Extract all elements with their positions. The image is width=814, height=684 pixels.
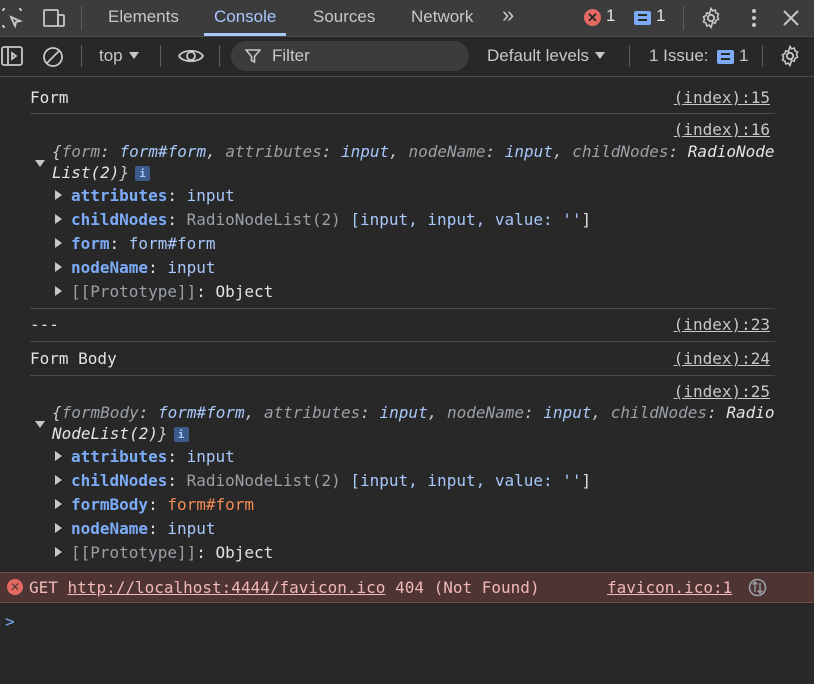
- context-label: top: [99, 46, 123, 65]
- log-levels-label: Default levels: [487, 46, 590, 65]
- close-icon[interactable]: [779, 6, 803, 30]
- console-settings-gear-icon[interactable]: [778, 44, 802, 68]
- info-icon[interactable]: i: [135, 166, 151, 181]
- error-url-link[interactable]: http://localhost:4444/favicon.ico: [68, 578, 386, 597]
- settings-gear-icon[interactable]: [699, 6, 723, 30]
- info-icon[interactable]: i: [173, 427, 189, 442]
- filter-placeholder: Filter: [272, 46, 310, 65]
- issues-count[interactable]: 1: [739, 46, 748, 66]
- divider: [30, 341, 775, 342]
- expand-triangle-icon[interactable]: [55, 475, 62, 485]
- expand-triangle-icon[interactable]: [55, 286, 62, 296]
- issues-label: 1 Issue:: [649, 46, 709, 65]
- issues-message-icon[interactable]: [717, 50, 734, 64]
- filter-input[interactable]: Filter: [231, 41, 469, 71]
- expand-triangle-icon[interactable]: [55, 262, 62, 272]
- log-message-separator: ---: [30, 315, 59, 334]
- network-request-icon[interactable]: [748, 578, 767, 597]
- divider: [30, 113, 775, 114]
- divider: [81, 45, 82, 67]
- divider: [81, 6, 82, 30]
- chevron-down-icon: [595, 52, 606, 59]
- source-link[interactable]: (index):25: [674, 382, 770, 401]
- property-row[interactable]: form: form#form: [71, 234, 216, 253]
- log-message-form-body: Form Body: [30, 349, 117, 368]
- live-expression-eye-icon[interactable]: [177, 45, 205, 67]
- expand-triangle-icon[interactable]: [55, 214, 62, 224]
- property-row[interactable]: attributes: input: [71, 186, 235, 205]
- issues-button[interactable]: 1 Issue:: [649, 46, 709, 66]
- expand-triangle-icon[interactable]: [55, 499, 62, 509]
- expand-triangle-icon[interactable]: [35, 421, 45, 428]
- property-row[interactable]: nodeName: input: [71, 258, 216, 277]
- property-row[interactable]: [[Prototype]]: Object: [71, 282, 273, 301]
- divider: [219, 45, 220, 67]
- tab-network[interactable]: Network: [411, 0, 473, 36]
- expand-triangle-icon[interactable]: [35, 160, 45, 167]
- expand-triangle-icon[interactable]: [55, 547, 62, 557]
- chevron-down-icon: [128, 52, 139, 59]
- error-count[interactable]: 1: [606, 6, 615, 26]
- divider: [762, 45, 763, 67]
- inspect-element-icon[interactable]: [0, 6, 24, 30]
- error-text: GET http://localhost:4444/favicon.ico 40…: [29, 578, 540, 597]
- source-link[interactable]: (index):16: [674, 120, 770, 139]
- tab-sources[interactable]: Sources: [313, 0, 375, 36]
- divider: [629, 45, 630, 67]
- expand-triangle-icon[interactable]: [55, 523, 62, 533]
- message-count[interactable]: 1: [656, 6, 665, 26]
- tab-elements[interactable]: Elements: [108, 0, 179, 36]
- property-row[interactable]: attributes: input: [71, 447, 235, 466]
- divider: [683, 6, 684, 30]
- devtools-tabbar: Elements Console Sources Network » ✕ 1 1: [0, 0, 814, 37]
- property-row[interactable]: [[Prototype]]: Object: [71, 543, 273, 562]
- device-toolbar-icon[interactable]: [42, 6, 66, 30]
- expand-triangle-icon[interactable]: [55, 451, 62, 461]
- context-selector[interactable]: top: [99, 46, 139, 66]
- divider: [30, 308, 775, 309]
- more-tabs-chevron-icon[interactable]: »: [502, 0, 514, 34]
- object-summary[interactable]: {form: form#form, attributes: input, nod…: [52, 141, 777, 183]
- kebab-menu-icon[interactable]: [742, 6, 766, 30]
- divider: [160, 45, 161, 67]
- property-row[interactable]: formBody: form#form: [71, 495, 254, 514]
- property-row[interactable]: childNodes: RadioNodeList(2) [input, inp…: [71, 210, 591, 229]
- sidebar-toggle-icon[interactable]: [0, 45, 24, 67]
- divider: [30, 375, 775, 376]
- source-link[interactable]: (index):23: [674, 315, 770, 334]
- error-icon: ✕: [7, 579, 23, 595]
- property-row[interactable]: childNodes: RadioNodeList(2) [input, inp…: [71, 471, 591, 490]
- error-message-row: ✕ GET http://localhost:4444/favicon.ico …: [0, 572, 814, 603]
- expand-triangle-icon[interactable]: [55, 238, 62, 248]
- clear-console-icon[interactable]: [41, 45, 65, 69]
- source-link[interactable]: favicon.ico:1: [607, 578, 732, 597]
- error-count-icon[interactable]: ✕: [584, 9, 601, 26]
- property-row[interactable]: nodeName: input: [71, 519, 216, 538]
- filter-funnel-icon: [245, 49, 261, 64]
- tab-console[interactable]: Console: [203, 0, 287, 36]
- log-levels-dropdown[interactable]: Default levels: [487, 46, 606, 66]
- console-toolbar: top Filter Default levels 1 Issue: 1: [0, 37, 814, 77]
- source-link[interactable]: (index):24: [674, 349, 770, 368]
- expand-triangle-icon[interactable]: [55, 190, 62, 200]
- console-prompt-chevron-icon[interactable]: >: [5, 612, 15, 631]
- source-link[interactable]: (index):15: [674, 88, 770, 107]
- message-count-icon[interactable]: [634, 11, 651, 25]
- object-summary[interactable]: {formBody: form#form, attributes: input,…: [52, 402, 777, 444]
- log-message-form: Form: [30, 88, 69, 107]
